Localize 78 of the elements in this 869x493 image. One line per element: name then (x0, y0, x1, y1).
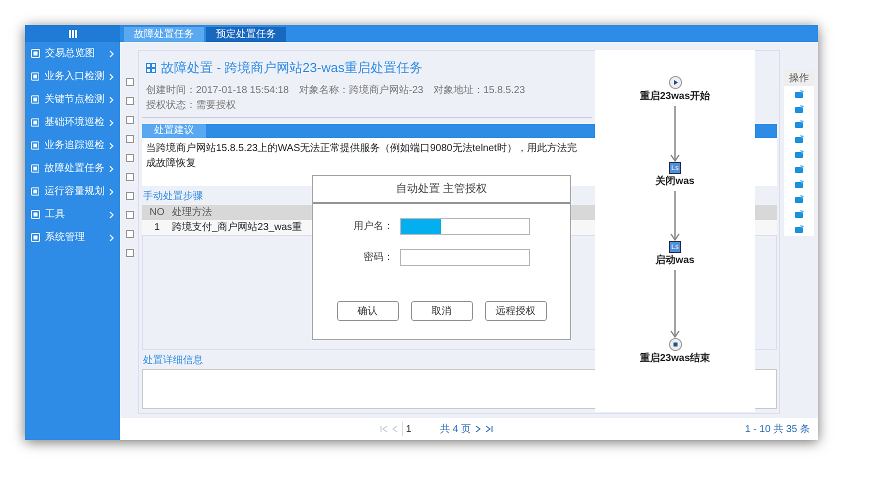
dialog-button[interactable]: 确认 (336, 301, 398, 321)
arrow-connector (670, 191, 680, 241)
node-label: 重启23was开始 (640, 89, 710, 104)
sidebar-item[interactable]: 业务追踪巡检 (25, 134, 120, 157)
tab[interactable]: 处置建议 (142, 124, 206, 138)
chevron-icon (109, 234, 114, 242)
sidebar-item[interactable]: 运行容量规划 (25, 180, 120, 203)
chevron-icon (109, 210, 114, 218)
section-heading: 处置详细信息 (142, 354, 204, 368)
node-label: 启动was (656, 253, 694, 268)
chevron-icon (109, 72, 114, 80)
column-header: 处理方法 (172, 206, 212, 220)
square-icon (31, 118, 40, 127)
sidebar-item[interactable]: 基础环境巡检 (25, 111, 120, 134)
previous-icon[interactable] (392, 426, 398, 432)
chevron-icon (109, 118, 114, 126)
node-label: 重启23was结束 (640, 351, 710, 366)
square-icon (31, 49, 40, 58)
grid-icon (146, 62, 156, 73)
tab[interactable]: 预定处置任务 (206, 27, 286, 42)
arrow-connector (670, 270, 680, 338)
chevron-icon (109, 50, 114, 58)
square-icon (31, 187, 40, 196)
task-title: 故障处置 - 跨境商户网站23-was重启处置任务 (161, 59, 422, 77)
table-cell-text: 跨境支付_商户网站23_was重 (172, 220, 302, 234)
page-count: 共 4 页 (440, 422, 472, 436)
record-range: 1 - 10 共 35 条 (744, 422, 810, 436)
chevron-icon (109, 164, 114, 172)
chevron-icon (109, 142, 114, 150)
table-cell-text: 1 (153, 220, 161, 234)
sidebar-item[interactable]: 关键节点检测 (25, 88, 120, 111)
meta-text: 对象名称：跨境商户网站-23 (298, 84, 424, 98)
column-header: NO (148, 206, 166, 220)
sidebar-item[interactable]: 业务入口检测 (25, 65, 120, 88)
checkbox[interactable] (126, 154, 134, 162)
meta-text: 授权状态：需要授权 (146, 98, 236, 112)
input-field[interactable] (400, 218, 530, 235)
square-icon (31, 233, 40, 242)
dialog-button[interactable]: 远程授权 (484, 301, 546, 321)
square-icon (31, 164, 40, 173)
checkbox[interactable] (126, 97, 134, 105)
last-page-icon[interactable] (485, 426, 494, 432)
stop-icon (668, 338, 682, 351)
sidebar-item[interactable]: 系统管理 (25, 226, 120, 249)
dialog-button[interactable]: 取消 (410, 301, 472, 321)
checkbox[interactable] (126, 249, 134, 257)
square-icon (31, 210, 40, 219)
tab[interactable]: 故障处置任务 (124, 27, 204, 42)
meta-text: 创建时间：2017-01-18 15:54:18 (146, 84, 289, 98)
checkbox[interactable] (126, 116, 134, 124)
node-label: 关闭was (656, 174, 694, 189)
field-label: 密码： (362, 250, 394, 265)
checkbox[interactable] (126, 211, 134, 219)
checkbox[interactable] (126, 78, 134, 86)
dialog-title: 自动处置 主管授权 (313, 176, 570, 204)
section-heading: 手动处置步骤 (142, 190, 204, 204)
checkbox[interactable] (126, 192, 134, 200)
field-label: 用户名： (354, 220, 394, 234)
chevron-icon (109, 96, 114, 104)
column-header: 操作 (784, 70, 814, 86)
sidebar-item[interactable]: 工具 (25, 203, 120, 226)
checkbox[interactable] (126, 230, 134, 238)
square-icon (31, 72, 40, 81)
checkbox[interactable] (126, 135, 134, 143)
input-field[interactable] (400, 249, 530, 266)
arrow-connector (670, 106, 680, 162)
play-icon (668, 76, 682, 89)
square-icon (31, 95, 40, 104)
meta-text: 对象地址：15.8.5.23 (433, 84, 526, 98)
description-text: 当跨境商户网站15.8.5.23上的WAS无法正常提供服务（例如端口9080无法telnet时），用此方法完成故障恢复 (146, 142, 578, 170)
menu-icon[interactable] (68, 30, 76, 38)
chevron-icon (109, 188, 114, 196)
square-icon (31, 141, 40, 150)
checkbox[interactable] (126, 173, 134, 181)
sidebar-item[interactable]: 交易总览图 (25, 42, 120, 65)
next-icon[interactable] (475, 426, 482, 432)
first-page-icon[interactable] (380, 426, 388, 432)
sidebar-item[interactable]: 故障处置任务 (25, 157, 120, 180)
